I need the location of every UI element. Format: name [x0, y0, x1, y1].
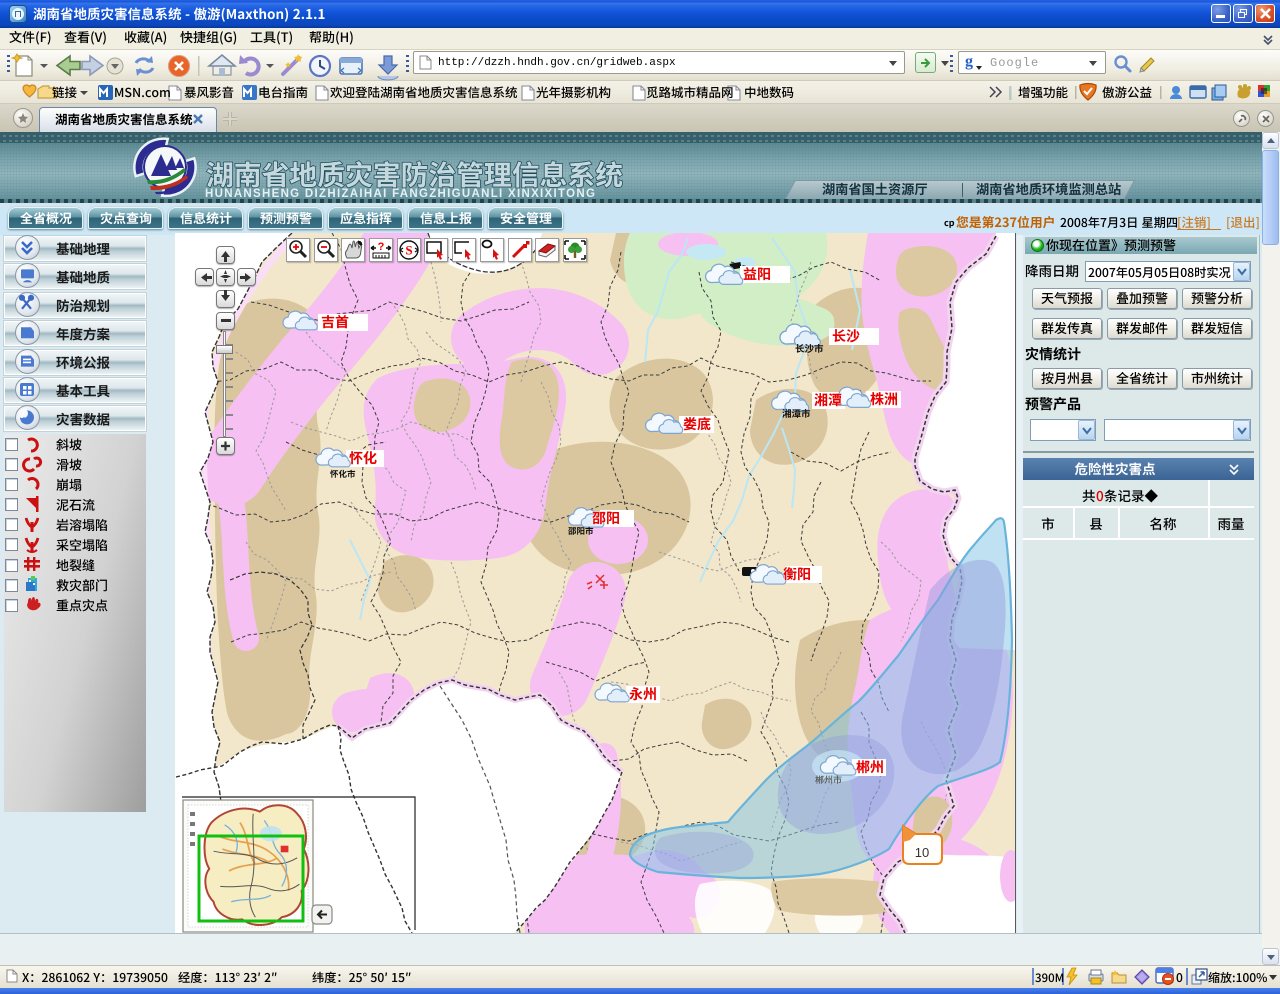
svg-text:S: S — [405, 243, 412, 258]
svg-text:?: ? — [378, 241, 385, 253]
svg-text:10: 10 — [915, 845, 929, 860]
